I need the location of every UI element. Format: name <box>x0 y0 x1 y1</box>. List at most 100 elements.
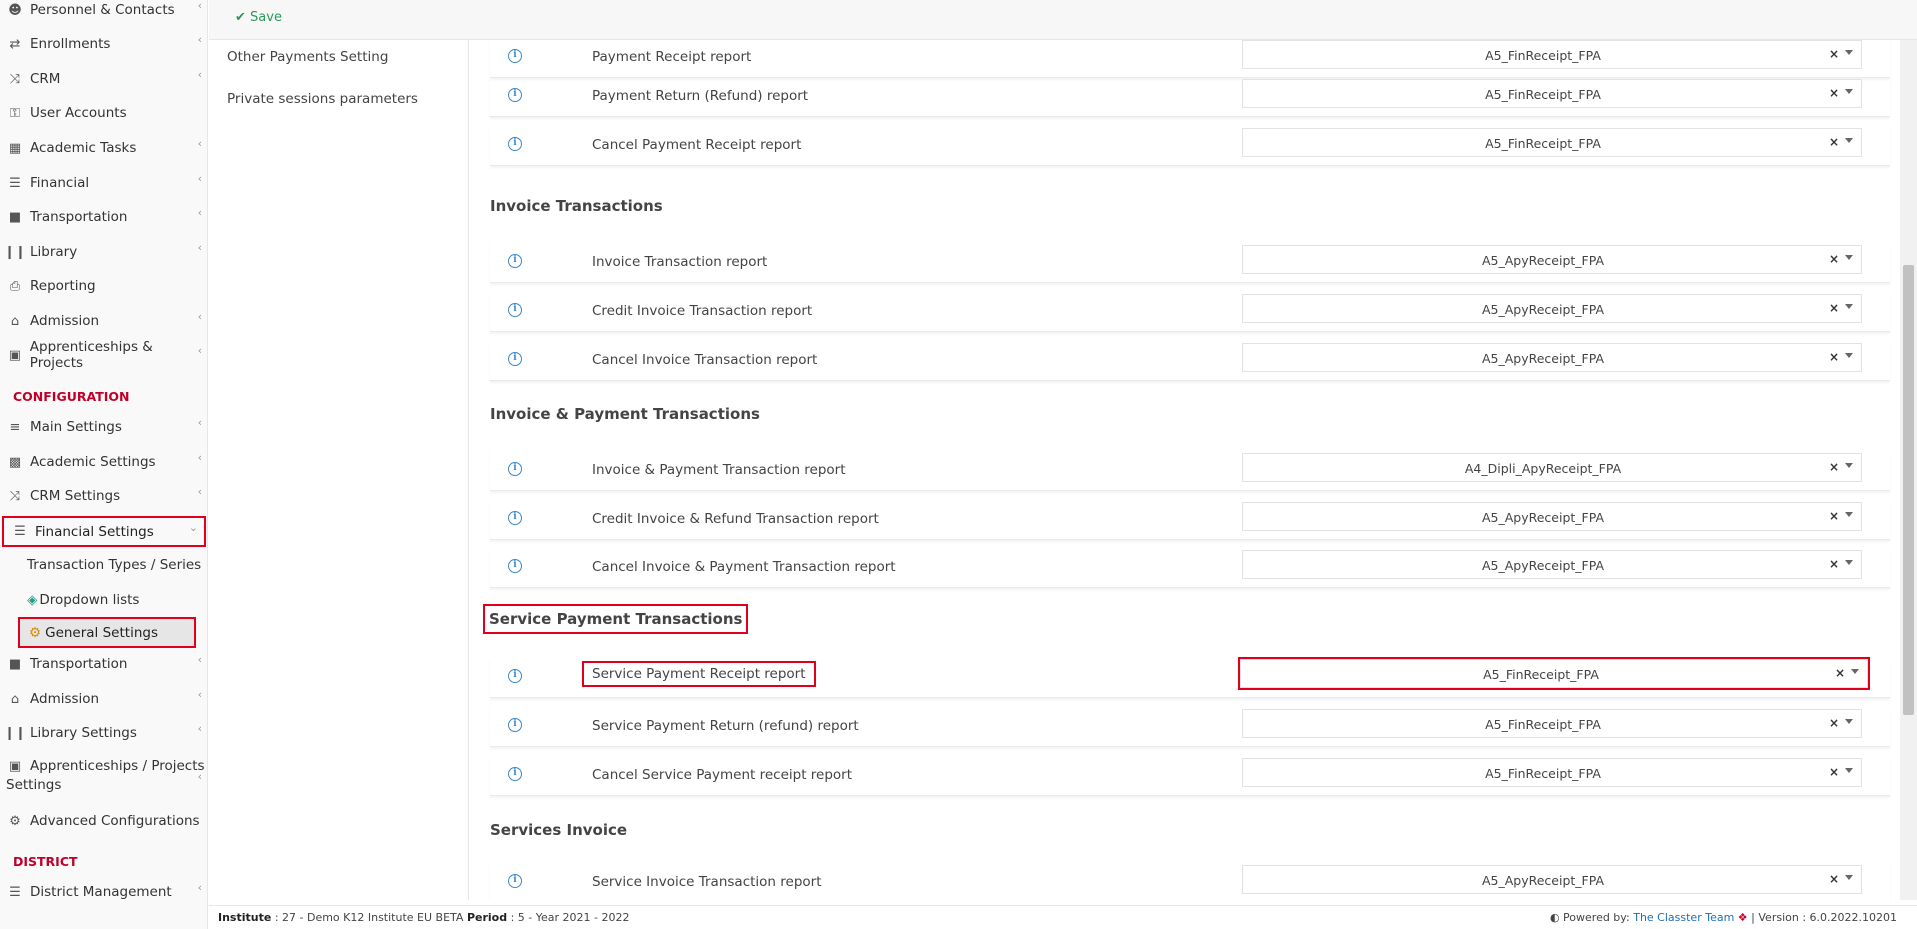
sidebar-item-user-accounts[interactable]: ⚿ User Accounts <box>0 98 207 128</box>
clear-icon[interactable]: × <box>1829 460 1839 474</box>
sidebar-item-crm[interactable]: ⤨ CRM ‹ <box>0 64 207 94</box>
caret-down-icon[interactable] <box>1845 89 1853 94</box>
sidebar-item-apprenticeships-settings[interactable]: ▣ Apprenticeships / Projects Settings ‹ <box>0 758 207 794</box>
chevron-left-icon: ‹ <box>197 172 202 185</box>
info-icon[interactable]: i <box>508 767 522 781</box>
info-icon[interactable]: i <box>508 88 522 102</box>
caret-down-icon[interactable] <box>1845 768 1853 773</box>
sidebar-sub-label: Transaction Types / Series <box>27 557 202 573</box>
report-select[interactable]: A5_ApyReceipt_FPA × <box>1242 865 1862 894</box>
sidebar-item-crm-settings[interactable]: ⤨ CRM Settings ‹ <box>0 481 207 511</box>
sidebar-item-advanced-configurations[interactable]: ⚙ Advanced Configurations <box>0 806 207 836</box>
sidebar-item-apprenticeships[interactable]: ▣ Apprenticeships & Projects ‹ <box>0 339 207 371</box>
clear-icon[interactable]: × <box>1829 252 1839 266</box>
team-link[interactable]: The Classter Team <box>1633 911 1734 924</box>
caret-down-icon[interactable] <box>1845 50 1853 55</box>
sidebar-item-transportation[interactable]: ■ Transportation ‹ <box>0 202 207 232</box>
report-select[interactable]: A5_ApyReceipt_FPA × <box>1242 550 1862 579</box>
info-icon[interactable]: i <box>508 137 522 151</box>
report-select[interactable]: A5_ApyReceipt_FPA × <box>1242 343 1862 372</box>
report-select[interactable]: A5_ApyReceipt_FPA × <box>1242 245 1862 274</box>
caret-down-icon[interactable] <box>1845 463 1853 468</box>
period-value: : 5 - Year 2021 - 2022 <box>510 911 630 924</box>
setting-row: i Credit Invoice & Refund Transaction re… <box>490 500 1890 540</box>
coins-icon: ☰ <box>14 524 26 539</box>
caret-down-icon[interactable] <box>1845 875 1853 880</box>
info-icon[interactable]: i <box>508 511 522 525</box>
report-select[interactable]: A5_FinReceipt_FPA × <box>1242 40 1862 69</box>
sidebar-item-transportation-settings[interactable]: ■ Transportation ‹ <box>0 649 207 679</box>
caret-down-icon[interactable] <box>1845 255 1853 260</box>
info-icon[interactable]: i <box>508 49 522 63</box>
clear-icon[interactable]: × <box>1829 135 1839 149</box>
sidebar-item-admission[interactable]: ⌂ Admission ‹ <box>0 306 207 336</box>
clear-icon[interactable]: × <box>1835 666 1845 680</box>
clear-icon[interactable]: × <box>1829 509 1839 523</box>
info-icon[interactable]: i <box>508 669 522 683</box>
books-icon: ❙❙ <box>4 244 26 260</box>
clear-icon[interactable]: × <box>1829 350 1839 364</box>
caret-down-icon[interactable] <box>1845 304 1853 309</box>
key-icon: ⚿ <box>10 105 20 121</box>
sidebar-item-label: Apprenticeships / Projects <box>30 758 205 774</box>
info-icon[interactable]: i <box>508 559 522 573</box>
sidebar-item-academic-tasks[interactable]: ▦ Academic Tasks ‹ <box>0 133 207 163</box>
sidebar-item-label: Enrollments <box>30 36 111 52</box>
caret-down-icon[interactable] <box>1851 669 1859 674</box>
report-select[interactable]: A5_ApyReceipt_FPA × <box>1242 502 1862 531</box>
report-select[interactable]: A5_ApyReceipt_FPA × <box>1242 294 1862 323</box>
caret-down-icon[interactable] <box>1845 138 1853 143</box>
submenu-private-sessions[interactable]: Private sessions parameters <box>227 91 418 107</box>
info-icon[interactable]: i <box>508 462 522 476</box>
sidebar-item-financial-settings[interactable]: ☰ Financial Settings ⌄ <box>2 516 206 547</box>
sidebar-item-reporting[interactable]: ⎙ Reporting <box>0 271 207 301</box>
caret-down-icon[interactable] <box>1845 719 1853 724</box>
vertical-scrollbar[interactable] <box>1900 40 1917 900</box>
clear-icon[interactable]: × <box>1829 872 1839 886</box>
bus-icon: ■ <box>8 656 22 672</box>
sidebar-item-library[interactable]: ❙❙ Library ‹ <box>0 237 207 267</box>
sidebar-sub-transaction-types[interactable]: Transaction Types / Series <box>18 551 201 579</box>
sidebar-item-admission-settings[interactable]: ⌂ Admission ‹ <box>0 684 207 714</box>
sidebar-item-enrollments[interactable]: ⇄ Enrollments ‹ <box>0 29 207 59</box>
sidebar-item-financial[interactable]: ☰ Financial ‹ <box>0 168 207 198</box>
info-icon[interactable]: i <box>508 303 522 317</box>
sidebar-item-academic-settings[interactable]: ▩ Academic Settings ‹ <box>0 447 207 477</box>
report-select[interactable]: A5_FinReceipt_FPA × <box>1238 657 1870 690</box>
clear-icon[interactable]: × <box>1829 47 1839 61</box>
sidebar-item-district-management[interactable]: ☰ District Management ‹ <box>0 877 207 907</box>
caret-down-icon[interactable] <box>1845 353 1853 358</box>
scrollbar-thumb[interactable] <box>1903 265 1914 715</box>
sidebar-item-personnel[interactable]: ☻ Personnel & Contacts ‹ <box>0 0 207 25</box>
info-icon[interactable]: i <box>508 718 522 732</box>
setting-label: Credit Invoice Transaction report <box>592 303 813 319</box>
clear-icon[interactable]: × <box>1829 716 1839 730</box>
info-icon[interactable]: i <box>508 352 522 366</box>
clear-icon[interactable]: × <box>1829 765 1839 779</box>
group-title: Services Invoice <box>490 821 628 839</box>
chevron-left-icon: ‹ <box>197 485 202 498</box>
caret-down-icon[interactable] <box>1845 560 1853 565</box>
report-select[interactable]: A5_FinReceipt_FPA × <box>1242 128 1862 157</box>
info-icon[interactable]: i <box>508 874 522 888</box>
clear-icon[interactable]: × <box>1829 86 1839 100</box>
submenu-other-payments[interactable]: Other Payments Setting <box>227 49 388 65</box>
clear-icon[interactable]: × <box>1829 301 1839 315</box>
sidebar-sub-dropdown-lists[interactable]: ◈ Dropdown lists <box>18 586 139 614</box>
report-select[interactable]: A5_FinReceipt_FPA × <box>1242 709 1862 738</box>
sidebar-item-library-settings[interactable]: ❙❙ Library Settings ‹ <box>0 718 207 748</box>
sidebar-item-main-settings[interactable]: ≡ Main Settings ‹ <box>0 412 207 442</box>
info-icon[interactable]: i <box>508 254 522 268</box>
save-button[interactable]: ✔ Save <box>235 10 282 25</box>
report-select[interactable]: A4_Dipli_ApyReceipt_FPA × <box>1242 453 1862 482</box>
sidebar-sub-label: Dropdown lists <box>39 592 140 608</box>
sidebar-sub-general-settings[interactable]: ⚙ General Settings <box>18 617 196 648</box>
coins-icon: ☰ <box>9 175 21 191</box>
caret-down-icon[interactable] <box>1845 512 1853 517</box>
save-label: Save <box>250 10 282 25</box>
clear-icon[interactable]: × <box>1829 557 1839 571</box>
report-select[interactable]: A5_FinReceipt_FPA × <box>1242 79 1862 108</box>
setting-label: Cancel Service Payment receipt report <box>592 767 853 783</box>
report-select[interactable]: A5_FinReceipt_FPA × <box>1242 758 1862 787</box>
sidebar-item-label: Library Settings <box>30 725 137 741</box>
